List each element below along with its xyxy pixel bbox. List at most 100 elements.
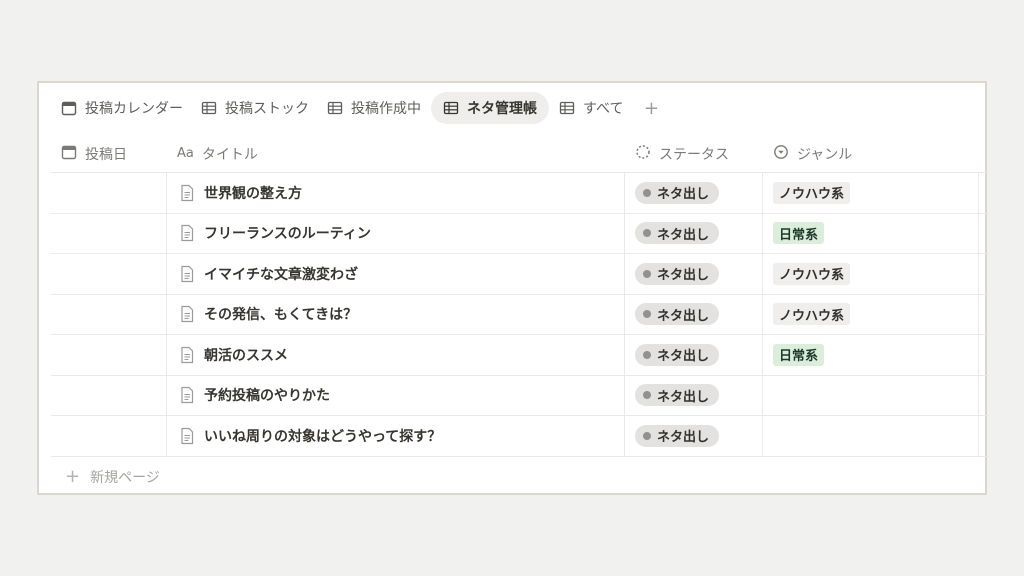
cell-title[interactable]: フリーランスのルーティン — [167, 213, 625, 253]
cell-title[interactable]: 朝活のススメ — [167, 335, 625, 375]
table-icon — [443, 100, 459, 116]
tab-post-in-progress[interactable]: 投稿作成中 — [319, 92, 429, 124]
genre-tag: ノウハウ系 — [773, 181, 851, 204]
plus-icon: + — [643, 97, 660, 119]
cell-date[interactable] — [51, 173, 167, 213]
new-page-button[interactable]: + 新規ページ — [51, 457, 989, 497]
tab-idea-management[interactable]: ネタ管理帳 — [431, 92, 549, 124]
cell-genre[interactable] — [763, 416, 979, 456]
cell-genre[interactable]: 日常系 — [763, 213, 979, 253]
table-body: 世界観の整え方 ネタ出し ノウハウ系 フリーランスのルーティン ネタ出し 日常系… — [51, 173, 989, 457]
status-label: ネタ出し — [657, 268, 710, 284]
column-label: 投稿日 — [85, 146, 127, 163]
cell-genre[interactable]: ノウハウ系 — [763, 173, 979, 213]
table-icon — [201, 100, 217, 116]
cell-title[interactable]: 予約投稿のやりかた — [167, 375, 625, 415]
row-title: フリーランスのルーティン — [204, 226, 371, 243]
column-label: ジャンル — [797, 146, 853, 163]
table-row[interactable]: 朝活のススメ ネタ出し 日常系 — [51, 335, 989, 376]
cell-spacer — [979, 295, 989, 335]
page-document-icon — [179, 184, 195, 202]
column-header-genre[interactable]: ジャンル — [763, 135, 979, 172]
table-row[interactable]: いいね周りの対象はどうやって探す？ ネタ出し — [51, 416, 989, 457]
row-title: イマイチな文章激変わざ — [204, 266, 358, 283]
add-view-button[interactable]: + — [637, 94, 665, 122]
cell-date[interactable] — [51, 294, 167, 334]
cell-status[interactable]: ネタ出し — [625, 375, 763, 415]
cell-status[interactable]: ネタ出し — [625, 213, 763, 253]
status-label: ネタ出し — [657, 227, 710, 243]
genre-tag: 日常系 — [773, 343, 825, 366]
cell-status[interactable]: ネタ出し — [625, 294, 763, 334]
column-header-title[interactable]: Aa タイトル — [167, 135, 625, 172]
cell-date[interactable] — [51, 213, 167, 253]
cell-title[interactable]: いいね周りの対象はどうやって探す？ — [167, 416, 625, 456]
column-label: タイトル — [201, 146, 258, 163]
row-title: 予約投稿のやりかた — [204, 388, 330, 405]
tab-post-stock[interactable]: 投稿ストック — [193, 92, 317, 124]
page-document-icon — [179, 305, 195, 323]
cell-title[interactable]: イマイチな文章激変わざ — [167, 254, 625, 294]
plus-icon: + — [65, 466, 81, 487]
status-pill: ネタ出し — [635, 343, 720, 366]
column-header-date[interactable]: 投稿日 — [51, 135, 167, 172]
cell-genre[interactable] — [763, 375, 979, 415]
page-document-icon — [179, 427, 195, 445]
status-dot — [643, 391, 651, 400]
cell-status[interactable]: ネタ出し — [625, 254, 763, 294]
page-document-icon — [179, 224, 195, 242]
cell-date[interactable] — [51, 254, 167, 294]
cell-genre[interactable]: ノウハウ系 — [763, 294, 979, 334]
page-document-icon — [179, 265, 195, 283]
cell-status[interactable]: ネタ出し — [625, 173, 763, 213]
calendar-icon — [61, 144, 77, 164]
genre-tag: ノウハウ系 — [773, 303, 851, 326]
tab-label: すべて — [583, 101, 624, 117]
cell-spacer — [979, 335, 989, 375]
database-table: 投稿日 Aa タイトル ステータス ジャンル 世界観の整え方 ネタ出し ノウハウ… — [51, 135, 989, 497]
cell-spacer — [979, 173, 989, 213]
cell-status[interactable]: ネタ出し — [625, 416, 763, 456]
new-page-label: 新規ページ — [90, 469, 160, 486]
row-title: いいね周りの対象はどうやって探す？ — [204, 428, 442, 445]
tab-post-calendar[interactable]: 投稿カレンダー — [53, 92, 191, 124]
row-title: その発信、もくてきは？ — [204, 307, 358, 324]
page-document-icon — [179, 386, 195, 404]
cell-genre[interactable]: ノウハウ系 — [763, 254, 979, 294]
status-dot — [643, 431, 651, 440]
cell-status[interactable]: ネタ出し — [625, 335, 763, 375]
cell-date[interactable] — [51, 335, 167, 375]
cell-date[interactable] — [51, 416, 167, 456]
genre-tag: ノウハウ系 — [773, 262, 851, 285]
status-pill: ネタ出し — [635, 181, 720, 204]
tab-label: 投稿作成中 — [351, 101, 421, 117]
column-header-status[interactable]: ステータス — [625, 135, 763, 172]
status-label: ネタ出し — [657, 308, 710, 324]
table-row[interactable]: 世界観の整え方 ネタ出し ノウハウ系 — [51, 173, 989, 214]
cell-genre[interactable]: 日常系 — [763, 335, 979, 375]
status-pill: ネタ出し — [635, 424, 720, 447]
table-icon — [327, 100, 343, 116]
cell-title[interactable]: その発信、もくてきは？ — [167, 294, 625, 334]
status-dot — [643, 269, 651, 278]
table-row[interactable]: イマイチな文章激変わざ ネタ出し ノウハウ系 — [51, 254, 989, 295]
table-row[interactable]: フリーランスのルーティン ネタ出し 日常系 — [51, 213, 989, 254]
cell-date[interactable] — [51, 375, 167, 415]
cell-spacer — [979, 376, 989, 416]
select-chevron-circle-icon — [773, 144, 789, 164]
tab-all[interactable]: すべて — [551, 92, 631, 124]
text-aa-icon: Aa — [177, 146, 194, 161]
tab-label: 投稿ストック — [225, 101, 309, 117]
table-icon — [559, 100, 575, 116]
status-dot — [643, 350, 651, 359]
status-label: ネタ出し — [657, 389, 710, 405]
cell-title[interactable]: 世界観の整え方 — [167, 173, 625, 213]
row-title: 朝活のススメ — [204, 347, 288, 364]
table-row[interactable]: その発信、もくてきは？ ネタ出し ノウハウ系 — [51, 294, 989, 335]
cell-spacer — [979, 214, 989, 254]
status-dashed-circle-icon — [635, 144, 651, 164]
status-pill: ネタ出し — [635, 262, 720, 285]
database-view-frame: 投稿カレンダー 投稿ストック 投稿作成中 ネタ管理帳 すべて + 投稿日 Aa … — [37, 81, 989, 497]
table-row[interactable]: 予約投稿のやりかた ネタ出し — [51, 375, 989, 416]
cell-spacer — [979, 254, 989, 294]
